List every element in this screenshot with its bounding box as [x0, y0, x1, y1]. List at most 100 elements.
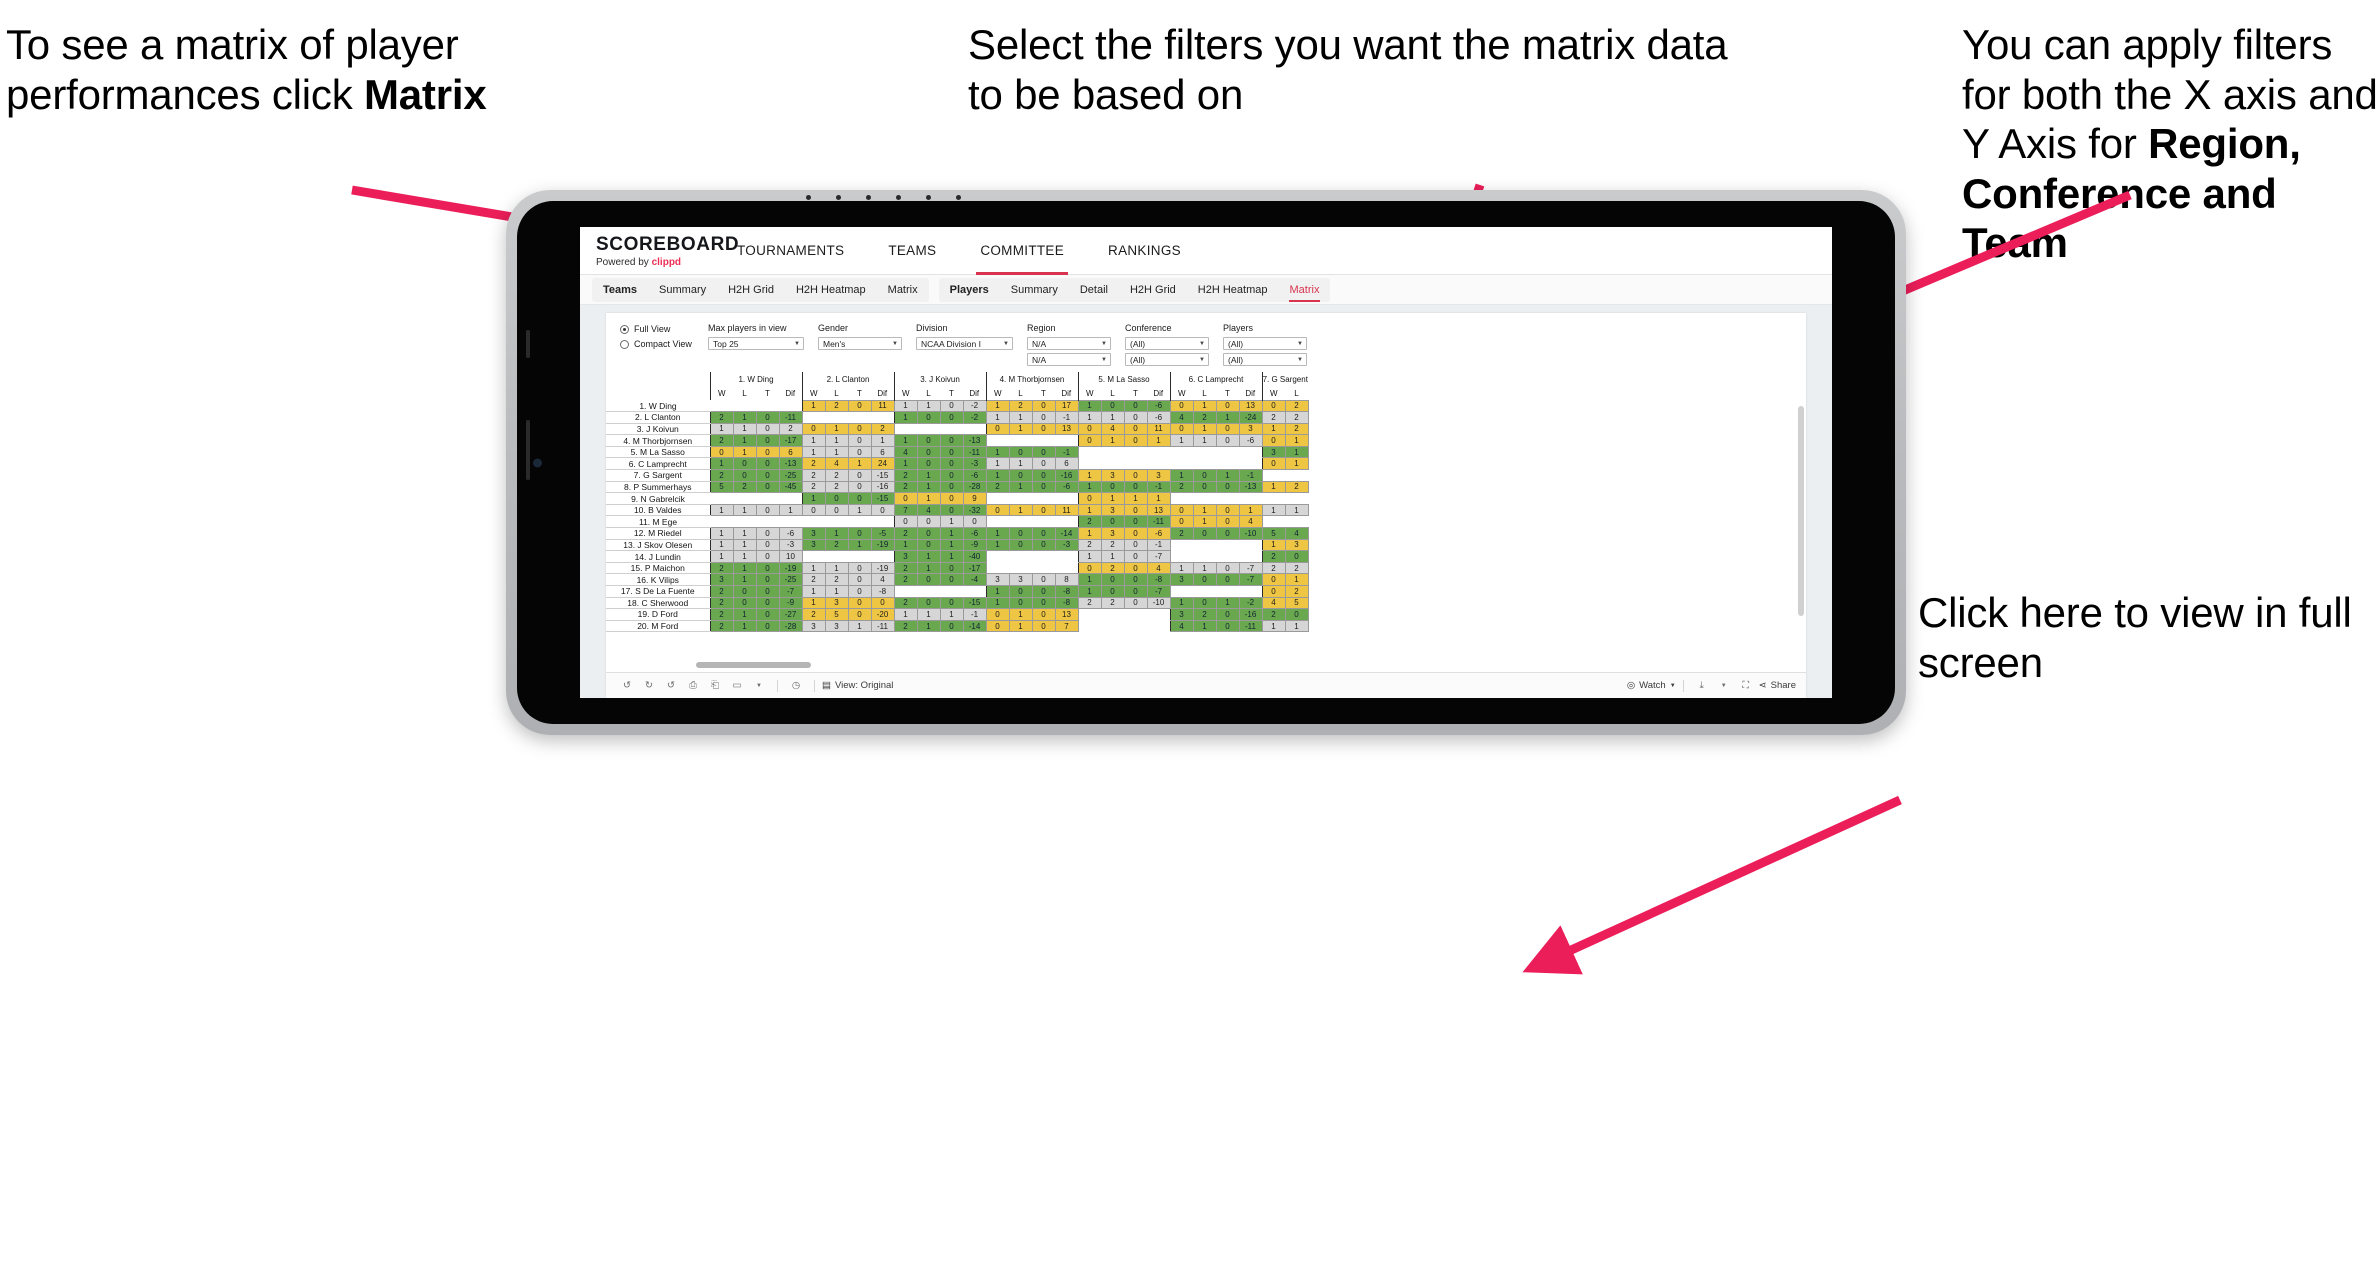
filter-division-select[interactable]: NCAA Division I ▼ [916, 337, 1013, 350]
matrix-row-label[interactable]: 20. M Ford [606, 620, 710, 633]
matrix-cell[interactable]: 2 [709, 585, 734, 598]
matrix-cell[interactable]: 1 [985, 411, 1010, 424]
matrix-row-label[interactable]: 4. M Thorbjornsen [606, 434, 710, 447]
matrix-cell-empty[interactable] [986, 515, 1009, 528]
matrix-cell-empty[interactable] [1216, 585, 1239, 598]
matrix-cell[interactable]: 1 [1100, 434, 1125, 447]
matrix-cell-empty[interactable] [1032, 515, 1055, 528]
matrix-cell[interactable]: -9 [778, 596, 803, 610]
subnav-teams-matrix[interactable]: Matrix [877, 276, 929, 304]
matrix-cell[interactable]: -1 [1146, 538, 1171, 552]
matrix-cell[interactable]: 0 [1169, 503, 1194, 517]
matrix-cell-empty[interactable] [1193, 457, 1216, 470]
nav-tournaments[interactable]: TOURNAMENTS [715, 227, 866, 275]
matrix-cell-empty[interactable] [825, 411, 848, 424]
matrix-cell[interactable]: 2 [824, 573, 849, 586]
history-icon[interactable]: ◷ [785, 675, 807, 697]
matrix-cell[interactable]: 0 [847, 561, 872, 575]
horizontal-scrollbar[interactable] [696, 662, 811, 668]
matrix-cell[interactable]: -7 [1238, 573, 1263, 586]
matrix-cell[interactable]: 0 [847, 445, 872, 459]
matrix-cell[interactable]: 0 [1215, 434, 1240, 447]
matrix-cell[interactable]: 0 [847, 399, 872, 413]
matrix-cell[interactable]: 13 [1146, 503, 1171, 517]
filter-gender-select[interactable]: Men's ▼ [818, 337, 902, 350]
matrix-cell[interactable]: 1 [1261, 538, 1286, 552]
matrix-cell[interactable]: -3 [962, 457, 987, 471]
matrix-cell[interactable]: 10 [778, 550, 803, 563]
matrix-cell[interactable]: -16 [1238, 608, 1263, 621]
matrix-cell[interactable]: 0 [939, 457, 964, 471]
matrix-cell-empty[interactable] [802, 550, 825, 563]
matrix-row[interactable]: 16. K Vilips 3 1 0 -25 2 2 0 4 2 0 0 -4 3 3 0 8 1 0 0 -8 3 0 0-… [606, 573, 1309, 586]
matrix-cell[interactable]: 0 [1031, 527, 1056, 540]
matrix-cell[interactable]: 4 [824, 457, 849, 471]
matrix-cell-empty[interactable] [871, 411, 894, 424]
matrix-cell-empty[interactable] [733, 492, 756, 505]
matrix-cell-empty[interactable] [1239, 446, 1262, 458]
matrix-row[interactable]: 7. G Sargent 2 0 0 -25 2 2 0 -15 2 1 0 -6 1 0 0 -16 1 3 0 3 1… [606, 469, 1308, 482]
matrix-cell[interactable]: 0 [1123, 399, 1148, 413]
matrix-cell[interactable]: 0 [916, 445, 941, 459]
matrix-cell[interactable]: 1 [1077, 573, 1102, 586]
matrix-cell-empty[interactable] [1009, 515, 1032, 528]
matrix-cell[interactable]: 0 [1100, 480, 1125, 494]
matrix-column-header[interactable]: 5. M La Sasso [1077, 372, 1170, 387]
matrix-cell[interactable]: -16 [1054, 469, 1079, 482]
matrix-cell[interactable]: 0 [1261, 434, 1286, 447]
matrix-cell-empty[interactable] [1009, 562, 1032, 574]
matrix-cell[interactable]: 0 [939, 411, 964, 424]
matrix-cell[interactable]: 1 [801, 434, 826, 447]
matrix-cell[interactable]: -13 [1238, 480, 1263, 494]
matrix-cell[interactable]: -2 [962, 399, 987, 413]
matrix-cell[interactable]: 1 [939, 515, 964, 529]
matrix-cell[interactable]: -8 [1054, 585, 1079, 598]
matrix-cell[interactable]: 1 [1077, 469, 1102, 482]
matrix-cell-empty[interactable] [894, 423, 917, 435]
matrix-cell[interactable]: -7 [1238, 561, 1263, 575]
matrix-cell[interactable]: 5 [1261, 527, 1286, 540]
matrix-cell[interactable]: 5 [824, 608, 849, 621]
matrix-cell[interactable]: 1 [824, 527, 849, 540]
matrix-cell[interactable]: 3 [1169, 573, 1194, 586]
matrix-cell[interactable]: 0 [755, 527, 780, 540]
radio-icon-full-view[interactable] [620, 324, 629, 334]
matrix-cell[interactable]: 1 [916, 469, 941, 482]
matrix-row[interactable]: 17. S De La Fuente 2 0 0 -7 1 1 0 -8 1 0 0 -8 1 0 0 -7 0 2 [606, 585, 1309, 598]
matrix-cell[interactable]: 1 [824, 434, 849, 447]
matrix-cell[interactable]: 1 [916, 480, 941, 494]
matrix-cell[interactable]: 3 [1238, 422, 1263, 436]
matrix-cell[interactable]: 2 [870, 422, 895, 436]
matrix-cell[interactable]: 0 [939, 399, 964, 413]
matrix-cell[interactable]: 17 [1054, 399, 1079, 413]
matrix-cell[interactable]: 3 [1100, 469, 1125, 482]
matrix-row-label[interactable]: 10. B Valdes [606, 504, 710, 517]
matrix-cell-empty[interactable] [1170, 539, 1193, 551]
matrix-cell-empty[interactable] [1124, 446, 1147, 458]
matrix-column-header[interactable]: 2. L Clanton [801, 372, 894, 387]
matrix-cell[interactable]: 0 [1215, 527, 1240, 540]
matrix-row-label[interactable]: 5. M La Sasso [606, 446, 710, 459]
matrix-cell[interactable]: 0 [847, 585, 872, 598]
matrix-cell-empty[interactable] [871, 515, 894, 528]
matrix-cell-empty[interactable] [1124, 608, 1147, 621]
matrix-cell-empty[interactable] [1239, 585, 1262, 598]
matrix-cell[interactable]: 2 [1192, 411, 1217, 424]
matrix-cell-empty[interactable] [1262, 469, 1285, 482]
matrix-cell[interactable]: 1 [709, 550, 734, 563]
matrix-cell[interactable]: 1 [709, 503, 734, 517]
matrix-cell[interactable]: 1 [824, 585, 849, 598]
matrix-cell[interactable]: -19 [870, 538, 895, 552]
matrix-cell[interactable]: -40 [962, 550, 987, 563]
filter-conference-select-x[interactable]: (All) ▼ [1125, 337, 1209, 350]
matrix-cell[interactable]: 1 [732, 573, 757, 586]
matrix-cell[interactable]: 0 [916, 538, 941, 552]
matrix-cell[interactable]: 1 [801, 445, 826, 459]
matrix-cell[interactable]: 0 [939, 561, 964, 575]
matrix-cell[interactable]: 1 [732, 503, 757, 517]
matrix-cell[interactable]: 0 [1031, 445, 1056, 459]
matrix-cell[interactable]: 0 [1031, 422, 1056, 436]
matrix-cell-empty[interactable] [963, 585, 986, 598]
matrix-cell[interactable]: -1 [1054, 411, 1079, 424]
matrix-cell[interactable]: -9 [962, 538, 987, 552]
